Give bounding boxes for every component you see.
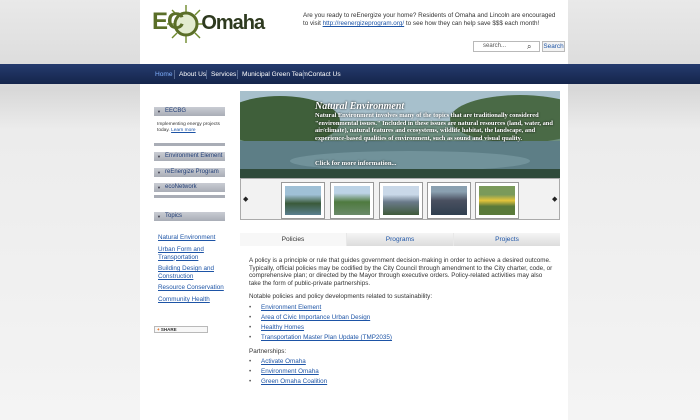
nav-services[interactable]: Services xyxy=(211,71,236,78)
nav-about-us[interactable]: About Us xyxy=(179,71,206,78)
main-nav xyxy=(0,64,700,84)
search-button[interactable]: Search xyxy=(542,41,565,52)
hero-title: Natural Environment xyxy=(315,101,405,112)
next-arrow-icon[interactable]: ◆ xyxy=(552,195,557,203)
topic-natural-environment[interactable]: Natural Environment xyxy=(158,234,224,242)
list-item: Green Omaha Coalition xyxy=(249,378,554,386)
partner-link-environment-omaha[interactable]: Environment Omaha xyxy=(261,368,319,375)
sidebar-eecbg-panel: Implementing energy projects today. Lear… xyxy=(154,118,225,146)
sidebar-topics-header[interactable]: Topics xyxy=(154,212,225,221)
notable-policies-heading: Notable policies and policy developments… xyxy=(249,293,433,301)
policy-intro: A policy is a principle or rule that gui… xyxy=(249,257,553,287)
intro-text-after: to see how they can help save $$$ each m… xyxy=(404,20,540,27)
sidebar-eecbg-header[interactable]: EECBG xyxy=(154,107,225,116)
list-item: Area of Civic Importance Urban Design xyxy=(249,314,554,322)
list-item: Environment Element xyxy=(249,304,554,312)
nav-municipal-green-team[interactable]: Municipal Green Team xyxy=(242,71,308,78)
topic-building-design[interactable]: Building Design and Construction xyxy=(158,265,224,280)
partnerships-heading: Partnerships: xyxy=(249,347,287,355)
sidebar-item-econetwork[interactable]: ecoNetwork xyxy=(154,183,225,192)
policy-link-environment-element[interactable]: Environment Element xyxy=(261,304,321,311)
policy-link-healthy-homes[interactable]: Healthy Homes xyxy=(261,324,304,331)
partnerships-list: Activate Omaha Environment Omaha Green O… xyxy=(249,358,554,386)
share-label: SHARE xyxy=(160,327,177,332)
hero-description: Natural Environment involves many of the… xyxy=(315,112,553,142)
thumbnail-3[interactable] xyxy=(379,182,423,219)
sidebar-item-reenergize-program[interactable]: reEnergize Program xyxy=(154,168,225,177)
policies-list: Environment Element Area of Civic Import… xyxy=(249,304,554,342)
topic-community-health[interactable]: Community Health xyxy=(158,296,224,304)
sidebar-item-environment-element[interactable]: Environment Element xyxy=(154,152,225,161)
nav-home[interactable]: Home xyxy=(155,71,173,78)
topic-urban-form[interactable]: Urban Form and Transportation xyxy=(158,246,224,261)
tab-programs[interactable]: Programs xyxy=(347,233,453,246)
hero-more-link[interactable]: Click for more information... xyxy=(315,160,396,167)
logo-eco-text: EC xyxy=(152,8,184,35)
reenergize-link[interactable]: http://reenergizeprogram.org/ xyxy=(323,20,405,27)
policy-link-tmp2035[interactable]: Transportation Master Plan Update (TMP20… xyxy=(261,334,392,341)
list-item: Transportation Master Plan Update (TMP20… xyxy=(249,334,554,342)
tab-projects[interactable]: Projects xyxy=(454,233,560,246)
prev-arrow-icon[interactable]: ◆ xyxy=(243,195,248,203)
list-item: Healthy Homes xyxy=(249,324,554,332)
list-item: Activate Omaha xyxy=(249,358,554,366)
partner-link-activate-omaha[interactable]: Activate Omaha xyxy=(261,358,306,365)
nav-contact-us[interactable]: Contact Us xyxy=(308,71,341,78)
list-item: Environment Omaha xyxy=(249,368,554,376)
intro-text: Are you ready to reEnergize your home? R… xyxy=(303,12,558,28)
topic-resource-conservation[interactable]: Resource Conservation xyxy=(158,284,224,292)
tab-policies[interactable]: Policies xyxy=(240,233,346,246)
tab-content-policies: A policy is a principle or rule that gui… xyxy=(249,257,554,392)
site-logo[interactable]: EC Omaha xyxy=(152,8,265,36)
partner-link-green-omaha[interactable]: Green Omaha Coalition xyxy=(261,378,327,385)
thumbnail-4[interactable] xyxy=(427,182,471,219)
thumbnail-1[interactable] xyxy=(281,182,325,219)
share-button[interactable]: + SHARE xyxy=(154,326,208,333)
share-icon: + xyxy=(157,327,160,332)
thumbnail-2[interactable] xyxy=(330,182,374,219)
logo-omaha-text: Omaha xyxy=(201,12,265,34)
policy-link-civic-importance[interactable]: Area of Civic Importance Urban Design xyxy=(261,314,370,321)
sidebar-learn-more-link[interactable]: Learn more xyxy=(171,128,196,133)
thumbnail-5[interactable] xyxy=(475,182,519,219)
search-icon[interactable]: ⌕ xyxy=(527,42,531,52)
